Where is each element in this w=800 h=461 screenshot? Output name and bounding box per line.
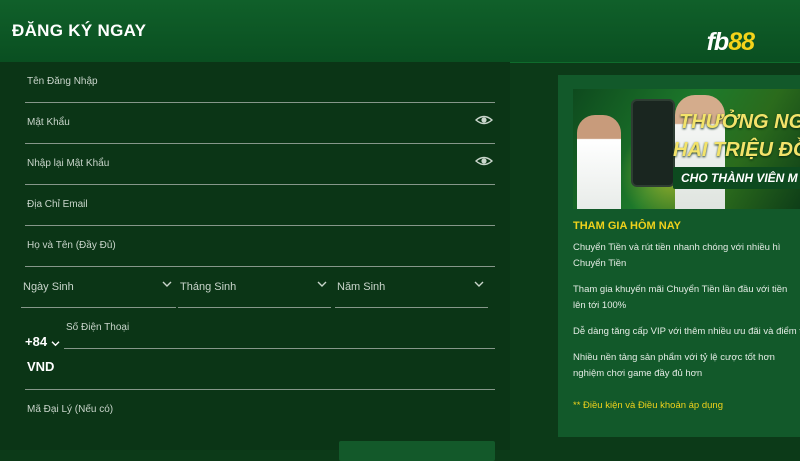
phone-label: Số Điện Thoại <box>66 322 130 333</box>
birth-day-select[interactable]: Ngày Sinh <box>21 267 176 308</box>
promo-item: Dễ dàng tăng cấp VIP với thêm nhiều ưu đ… <box>573 324 800 340</box>
player-figure <box>577 115 621 209</box>
registration-form: Tên Đăng Nhập Mật Khẩu Nhập lại Mật Khẩu… <box>0 62 510 461</box>
currency-value: VND <box>27 359 55 374</box>
birth-month-label: Tháng Sinh <box>180 281 237 293</box>
fullname-field[interactable]: Họ và Tên (Đầy Đủ) <box>25 226 495 267</box>
birth-month-select[interactable]: Tháng Sinh <box>178 267 331 308</box>
agent-code-field[interactable]: Mã Đại Lý (Nếu có) <box>25 390 495 430</box>
fb88-logo[interactable]: fb88 <box>706 28 755 57</box>
agent-code-label: Mã Đại Lý (Nếu có) <box>27 404 114 415</box>
page-title: ĐĂNG KÝ NGAY <box>12 21 147 40</box>
terms-link[interactable]: ** Điều kiện và Điều khoản áp dụng <box>573 400 723 411</box>
promo-list: Chuyển Tiền và rút tiền nhanh chóng với … <box>573 240 800 392</box>
phone-field[interactable]: Số Điện Thoại <box>64 308 495 349</box>
promo-banner[interactable]: THƯỞNG NGA HAI TRIỆU ĐỒ CHO THÀNH VIÊN M <box>573 89 800 209</box>
promo-item: Chuyển Tiền và rút tiền nhanh chóng với … <box>573 240 800 272</box>
username-field[interactable]: Tên Đăng Nhập <box>25 62 495 103</box>
header: ĐĂNG KÝ NGAY fb88 <box>0 0 800 63</box>
logo-accent: 88 <box>728 28 755 56</box>
promo-item-line: Dễ dàng tăng cấp VIP với thêm nhiều ưu đ… <box>573 326 800 337</box>
birth-year-label: Năm Sinh <box>337 281 386 293</box>
birth-day-label: Ngày Sinh <box>23 281 74 293</box>
email-label: Địa Chỉ Email <box>27 199 88 210</box>
country-code-value: +84 <box>25 334 48 349</box>
fullname-label: Họ và Tên (Đầy Đủ) <box>27 240 116 251</box>
username-label: Tên Đăng Nhập <box>27 76 98 87</box>
promo-panel: THƯỞNG NGA HAI TRIỆU ĐỒ CHO THÀNH VIÊN M… <box>558 75 800 437</box>
currency-field[interactable]: VND <box>25 349 495 390</box>
logo-main: fb <box>706 28 730 56</box>
eye-icon[interactable] <box>475 154 493 168</box>
promo-item: Tham gia khuyến mãi Chuyển Tiền lần đầu … <box>573 282 800 314</box>
phone-image <box>631 99 675 187</box>
promo-item-line: Chuyển Tiền và rút tiền nhanh chóng với … <box>573 242 781 253</box>
promo-title: THAM GIA HÔM NAY <box>573 220 681 232</box>
banner-line3: CHO THÀNH VIÊN M <box>681 171 798 185</box>
submit-button[interactable] <box>339 441 495 461</box>
birth-year-select[interactable]: Năm Sinh <box>335 267 488 308</box>
chevron-down-icon <box>51 341 60 347</box>
chevron-down-icon <box>162 281 172 287</box>
promo-item-line: Nhiều nền tảng sản phẩm với tỷ lệ cược t… <box>573 352 775 363</box>
confirm-password-field[interactable]: Nhập lại Mật Khẩu <box>25 144 495 185</box>
promo-item: Nhiều nền tảng sản phẩm với tỷ lệ cược t… <box>573 350 800 382</box>
confirm-password-label: Nhập lại Mật Khẩu <box>27 158 110 169</box>
password-label: Mật Khẩu <box>27 117 70 128</box>
promo-item-line: Chuyển Tiền <box>573 258 627 269</box>
email-field[interactable]: Địa Chỉ Email <box>25 185 495 226</box>
promo-item-line: Tham gia khuyến mãi Chuyển Tiền lần đầu … <box>573 284 788 295</box>
eye-icon[interactable] <box>475 113 493 127</box>
banner-line1: THƯỞNG NGA <box>679 111 800 133</box>
chevron-down-icon <box>474 281 484 287</box>
promo-item-line: lên tới 100% <box>573 300 627 311</box>
password-field[interactable]: Mật Khẩu <box>25 103 495 144</box>
chevron-down-icon <box>317 281 327 287</box>
banner-line2: HAI TRIỆU ĐỒ <box>673 139 800 161</box>
promo-item-line: nghiệm chơi game đầy đủ hơn <box>573 368 703 379</box>
